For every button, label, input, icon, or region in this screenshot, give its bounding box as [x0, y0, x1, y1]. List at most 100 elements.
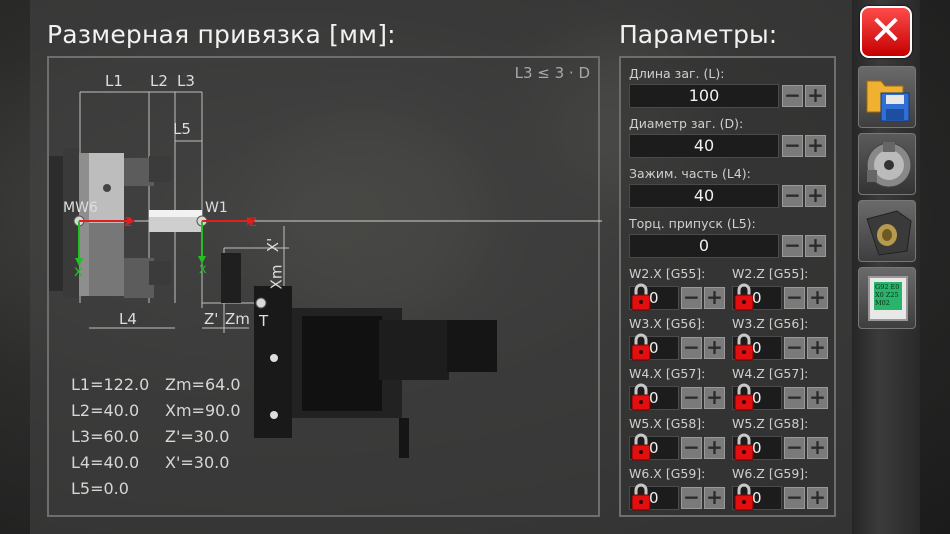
- offset-z-minus-button[interactable]: −: [784, 437, 805, 459]
- offset-x-label: W5.X [G58]:: [629, 416, 706, 431]
- value-l5: L5=0.0: [71, 479, 129, 498]
- facing-field[interactable]: 0: [629, 234, 779, 258]
- label-l2: L2: [150, 72, 168, 90]
- offset-z-minus-button[interactable]: −: [784, 387, 805, 409]
- value-x-prime: X'=30.0: [165, 453, 230, 472]
- clamp-field[interactable]: 40: [629, 184, 779, 208]
- label-xm: Xm: [267, 264, 286, 290]
- dimension-diagram: L3 ≤ 3 · D L1 L2 L3 L5 L4 MW6 W1 z z x x…: [47, 56, 602, 517]
- length-field[interactable]: 100: [629, 84, 779, 108]
- label-x-prime: X': [264, 237, 283, 253]
- clamp-minus-button[interactable]: −: [782, 185, 803, 207]
- offset-z-label: W5.Z [G58]:: [732, 416, 809, 431]
- label-z-left: z: [124, 212, 132, 230]
- offset-z-field[interactable]: 0: [732, 333, 782, 361]
- close-icon: ✕: [869, 8, 903, 54]
- offset-z-minus-button[interactable]: −: [784, 487, 805, 509]
- offset-x-plus-button[interactable]: +: [704, 337, 725, 359]
- values-left: L1=122.0 L2=40.0 L3=60.0 L4=40.0 L5=0.0: [71, 372, 149, 502]
- open-save-icon: [866, 80, 910, 122]
- offset-z-label: W3.Z [G56]:: [732, 316, 809, 331]
- length-plus-button[interactable]: +: [805, 85, 826, 107]
- facing-plus-button[interactable]: +: [805, 235, 826, 257]
- diameter-field[interactable]: 40: [629, 134, 779, 158]
- open-save-button[interactable]: [858, 66, 916, 128]
- offset-z-minus-button[interactable]: −: [784, 287, 805, 309]
- offset-z-minus-button[interactable]: −: [784, 337, 805, 359]
- offset-x-minus-button[interactable]: −: [681, 387, 702, 409]
- offset-x-minus-button[interactable]: −: [681, 337, 702, 359]
- diameter-label: Диаметр заг. (D):: [629, 116, 744, 131]
- offset-x-value: 0: [649, 339, 659, 357]
- chuck-icon: [866, 142, 912, 188]
- offset-x-minus-button[interactable]: −: [681, 287, 702, 309]
- offset-z-value: 0: [752, 339, 762, 357]
- offset-x-label: W2.X [G55]:: [629, 266, 706, 281]
- offset-z-value: 0: [752, 289, 762, 307]
- gcode-button[interactable]: G92 E0 X0 Z25 M02: [858, 267, 916, 329]
- label-l5: L5: [173, 120, 191, 138]
- offset-z-plus-button[interactable]: +: [807, 287, 828, 309]
- values-right: Zm=64.0 Xm=90.0 Z'=30.0 X'=30.0: [165, 372, 241, 476]
- offset-z-value: 0: [752, 489, 762, 507]
- value-z-prime: Z'=30.0: [165, 427, 230, 446]
- offset-x-plus-button[interactable]: +: [704, 387, 725, 409]
- offset-z-field[interactable]: 0: [732, 283, 782, 311]
- value-l2: L2=40.0: [71, 401, 140, 420]
- chuck-button[interactable]: [858, 133, 916, 195]
- label-z-right: z: [249, 212, 257, 230]
- offset-z-label: W4.Z [G57]:: [732, 366, 809, 381]
- label-l1: L1: [105, 72, 123, 90]
- value-l3: L3=60.0: [71, 427, 140, 446]
- label-l4: L4: [119, 310, 137, 328]
- diameter-plus-button[interactable]: +: [805, 135, 826, 157]
- tailstock-icon: [866, 210, 912, 256]
- offset-x-plus-button[interactable]: +: [704, 287, 725, 309]
- params-panel: Длина заг. (L): 100 − + Диаметр заг. (D)…: [619, 56, 836, 517]
- right-toolbar: ✕ G92 E0 X0 Z25 M02: [852, 0, 920, 534]
- close-button[interactable]: ✕: [860, 6, 912, 58]
- offset-x-plus-button[interactable]: +: [704, 487, 725, 509]
- offset-x-minus-button[interactable]: −: [681, 437, 702, 459]
- diameter-minus-button[interactable]: −: [782, 135, 803, 157]
- value-xm: Xm=90.0: [165, 401, 241, 420]
- offset-z-field[interactable]: 0: [732, 383, 782, 411]
- offset-x-field[interactable]: 0: [629, 433, 679, 461]
- offset-x-field[interactable]: 0: [629, 483, 679, 511]
- offset-x-minus-button[interactable]: −: [681, 487, 702, 509]
- clamp-plus-button[interactable]: +: [805, 185, 826, 207]
- label-zm: Zm: [225, 310, 250, 328]
- offset-z-label: W6.Z [G59]:: [732, 466, 809, 481]
- offset-z-value: 0: [752, 439, 762, 457]
- length-label: Длина заг. (L):: [629, 66, 725, 81]
- tailstock-button[interactable]: [858, 200, 916, 262]
- length-minus-button[interactable]: −: [782, 85, 803, 107]
- diameter-condition: L3 ≤ 3 · D: [514, 64, 590, 82]
- offset-z-field[interactable]: 0: [732, 433, 782, 461]
- label-x-right: x: [199, 262, 207, 277]
- value-l1: L1=122.0: [71, 375, 150, 394]
- label-x-left: x: [74, 262, 83, 280]
- offset-x-plus-button[interactable]: +: [704, 437, 725, 459]
- offset-z-plus-button[interactable]: +: [807, 437, 828, 459]
- offset-z-label: W2.Z [G55]:: [732, 266, 809, 281]
- offset-x-label: W6.X [G59]:: [629, 466, 706, 481]
- offset-x-field[interactable]: 0: [629, 283, 679, 311]
- gcode-icon: G92 E0 X0 Z25 M02: [868, 276, 908, 321]
- offset-z-plus-button[interactable]: +: [807, 337, 828, 359]
- offset-z-field[interactable]: 0: [732, 483, 782, 511]
- facing-minus-button[interactable]: −: [782, 235, 803, 257]
- gcode-text: G92 E0 X0 Z25 M02: [874, 282, 902, 310]
- offset-z-plus-button[interactable]: +: [807, 387, 828, 409]
- page-title: Размерная привязка [мм]:: [47, 20, 396, 49]
- value-zm: Zm=64.0: [165, 375, 241, 394]
- offset-z-plus-button[interactable]: +: [807, 487, 828, 509]
- label-z-prime: Z': [204, 310, 219, 328]
- offset-x-value: 0: [649, 439, 659, 457]
- label-mw6: MW6: [63, 200, 98, 216]
- offset-x-field[interactable]: 0: [629, 383, 679, 411]
- facing-label: Торц. припуск (L5):: [629, 216, 756, 231]
- params-title: Параметры:: [619, 20, 778, 49]
- offset-x-field[interactable]: 0: [629, 333, 679, 361]
- offset-x-label: W4.X [G57]:: [629, 366, 706, 381]
